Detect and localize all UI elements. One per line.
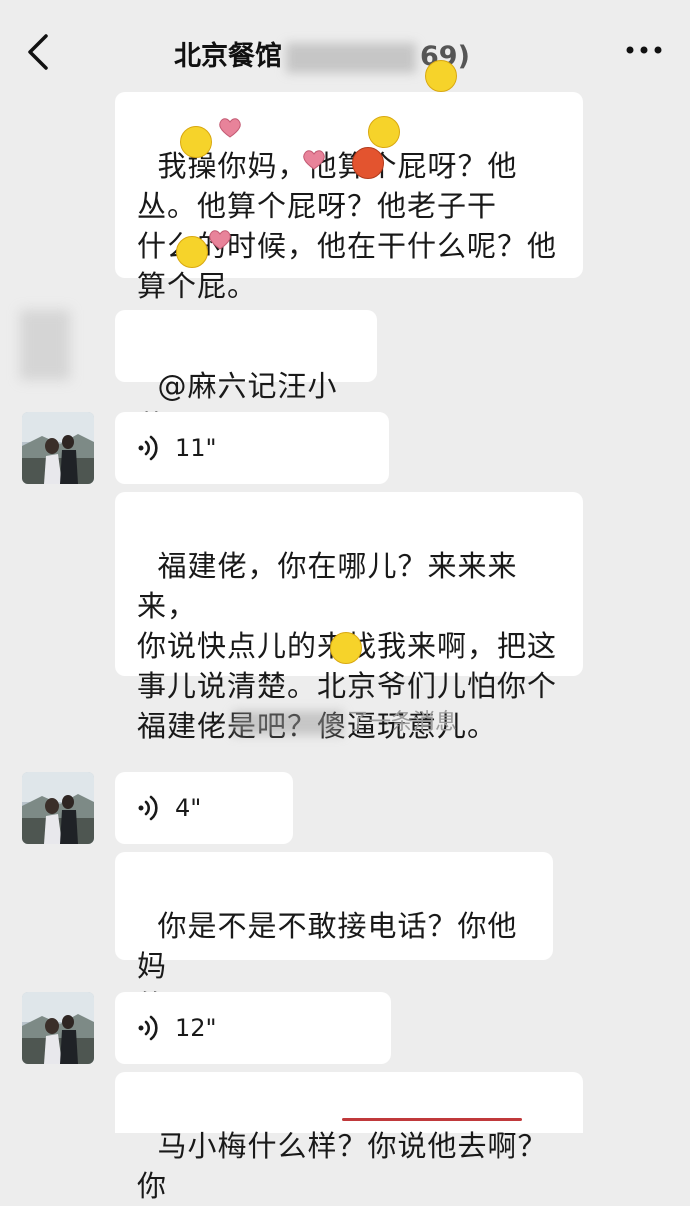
avatar[interactable] bbox=[22, 992, 94, 1064]
message-text: 我操你妈，他算个屁呀？他 丛。他算个屁呀？他老子干 什么的时候，他在干什么呢？他… bbox=[137, 149, 558, 303]
message-bubble[interactable]: 你是不是不敢接电话？你他妈 的。 bbox=[115, 852, 553, 1023]
smile-emoji-icon bbox=[180, 126, 212, 158]
message-bubble[interactable]: @麻六记汪小菲 bbox=[115, 310, 377, 443]
system-message-text: 了一条消息 bbox=[346, 710, 457, 735]
chat-header: 北京餐馆 69) bbox=[0, 0, 690, 100]
smile-emoji-icon bbox=[368, 116, 400, 148]
heart-emoji-icon bbox=[209, 230, 231, 250]
angry-emoji-icon bbox=[352, 147, 384, 179]
more-dots-icon[interactable] bbox=[626, 44, 662, 56]
avatar[interactable] bbox=[22, 412, 94, 484]
voice-wave-icon bbox=[138, 1015, 158, 1041]
voice-duration: 4" bbox=[175, 794, 202, 822]
chat-title: 北京餐馆 69) bbox=[174, 34, 470, 73]
voice-wave-icon bbox=[138, 795, 158, 821]
chat-title-text: 北京餐馆 bbox=[174, 41, 282, 72]
avatar[interactable] bbox=[22, 772, 94, 844]
voice-message[interactable]: 12" bbox=[115, 992, 391, 1064]
voice-duration: 12" bbox=[175, 1014, 217, 1042]
voice-duration: 11" bbox=[175, 434, 217, 462]
message-bubble[interactable]: 马小梅什么样？你说他去啊？你 bbox=[115, 1072, 583, 1203]
voice-wave-icon bbox=[138, 435, 158, 461]
blurred-system-segment bbox=[232, 711, 343, 735]
voice-message[interactable]: 4" bbox=[115, 772, 293, 844]
voice-message[interactable]: 11" bbox=[115, 412, 389, 484]
smile-emoji-icon bbox=[425, 60, 457, 92]
system-message: 了一条消息 bbox=[0, 704, 690, 736]
red-underline-annotation bbox=[342, 1118, 522, 1121]
heart-emoji-icon bbox=[303, 150, 325, 170]
smile-emoji-icon bbox=[330, 632, 362, 664]
smile-emoji-icon bbox=[176, 236, 208, 268]
message-text: 马小梅什么样？你说他去啊？你 bbox=[137, 1129, 548, 1203]
heart-emoji-icon bbox=[219, 118, 241, 138]
blurred-title-segment bbox=[286, 42, 416, 73]
chevron-left-icon[interactable] bbox=[22, 32, 56, 72]
blurred-avatar-area bbox=[20, 310, 70, 380]
